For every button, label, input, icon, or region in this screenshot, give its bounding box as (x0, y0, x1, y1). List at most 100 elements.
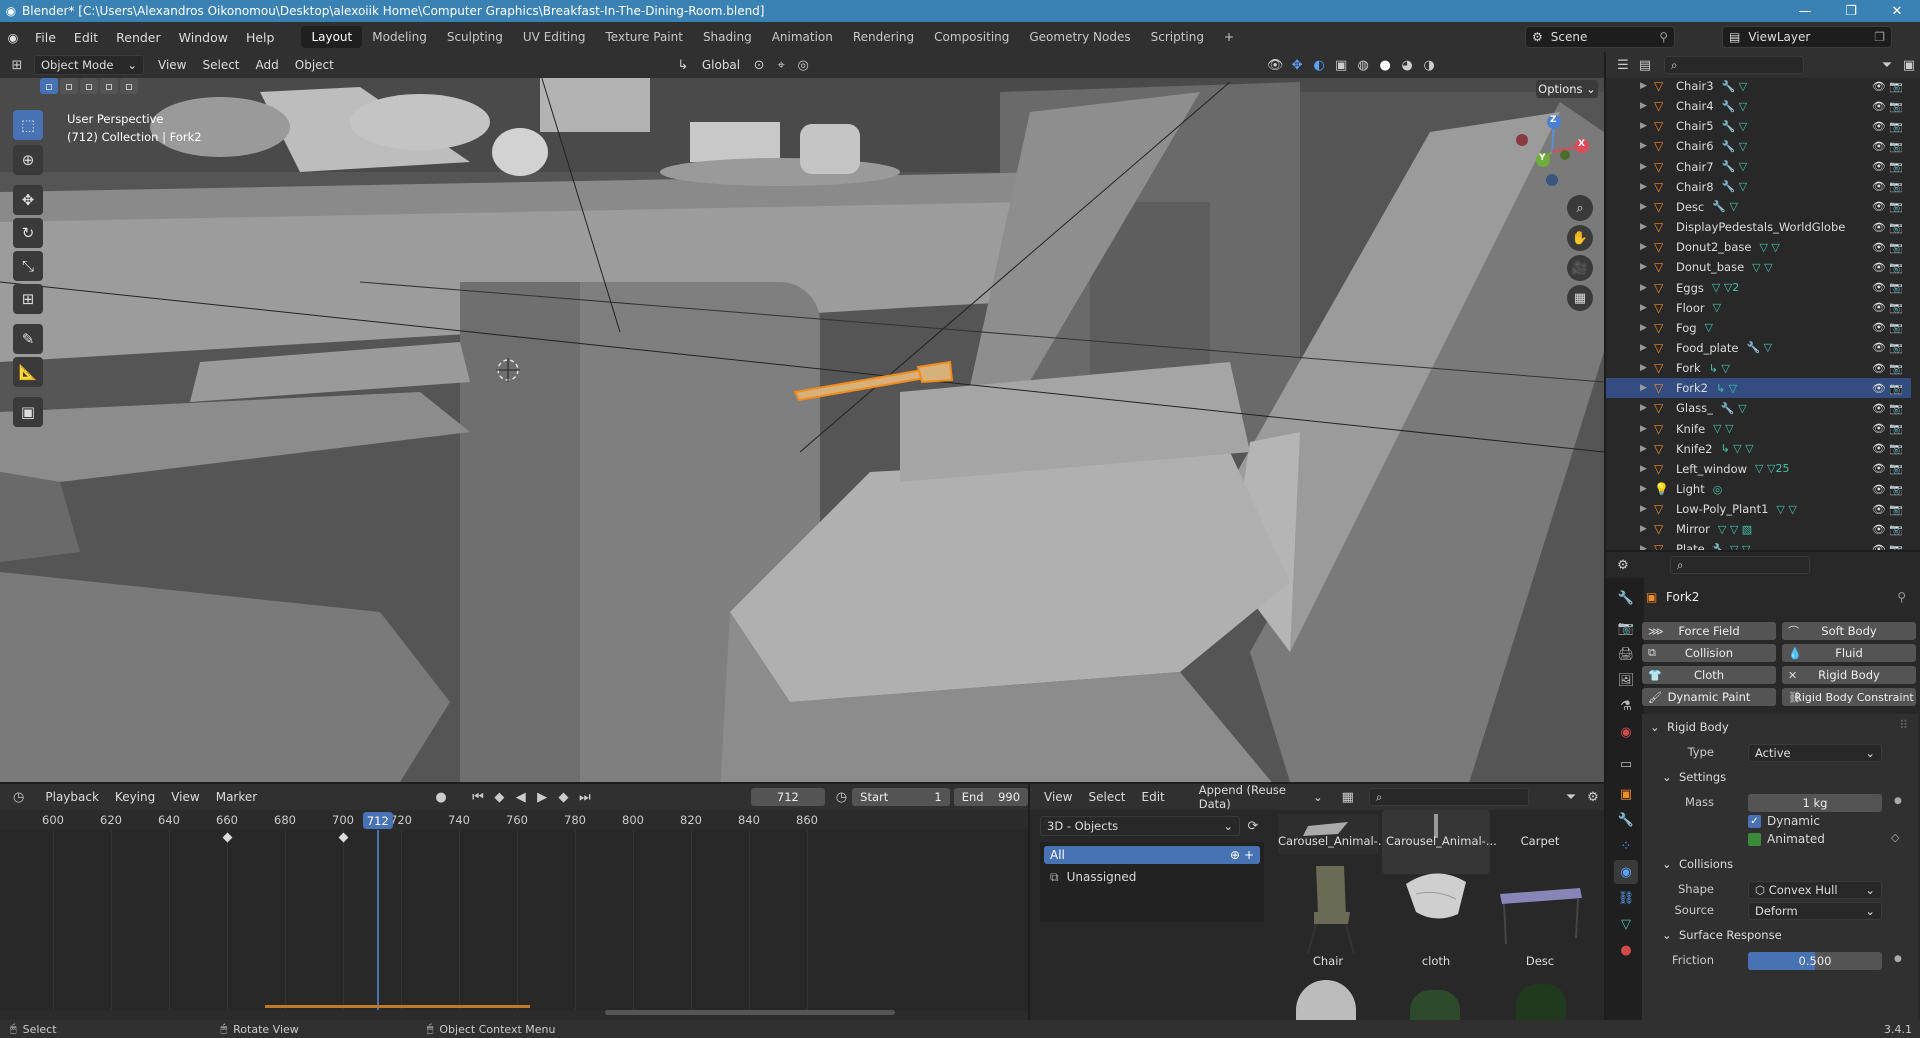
render-camera-icon[interactable]: 📷 (1889, 221, 1903, 234)
outliner-row[interactable]: ▶ ▽ Mirror ▽ ▽ ▧ 👁 📷 (1606, 519, 1911, 539)
collision-button[interactable]: ⧉ Collision (1642, 644, 1776, 662)
menu-render[interactable]: Render (107, 30, 170, 45)
asset-settings-gear-icon[interactable]: ⚙ (1582, 786, 1604, 808)
constraints-tab-icon[interactable]: ⛓ (1614, 886, 1638, 910)
asset-thumb-plant[interactable] (1516, 984, 1566, 1020)
render-camera-icon[interactable]: 📷 (1889, 483, 1903, 496)
annotate-tool-icon[interactable]: ✎ (13, 324, 43, 354)
select-new-icon[interactable]: ▫ (40, 78, 58, 94)
start-frame-field[interactable]: Start 1 (852, 788, 950, 806)
rendered-shading-icon[interactable]: ◑ (1418, 54, 1440, 76)
scale-tool-icon[interactable]: ⤡ (13, 251, 43, 281)
expand-arrow-icon[interactable]: ▶ (1640, 363, 1654, 373)
outliner-row[interactable]: ▶ ▽ Low-Poly_Plant1 ▽ ▽ 👁 📷 (1606, 499, 1911, 519)
visibility-eye-icon[interactable]: 👁 📷 (1872, 221, 1903, 234)
render-camera-icon[interactable]: 📷 (1889, 382, 1903, 395)
render-camera-icon[interactable]: 📷 (1889, 281, 1903, 294)
expand-arrow-icon[interactable]: ▶ (1640, 424, 1654, 434)
outliner-row[interactable]: ▶ ▽ Eggs ▽ ▽2 👁 📷 (1606, 278, 1911, 298)
workspace-tab-texture-paint[interactable]: Texture Paint (596, 26, 693, 48)
render-camera-icon[interactable]: 📷 (1889, 321, 1903, 334)
viewport-menu-object[interactable]: Object (287, 58, 342, 72)
outliner-row[interactable]: ▶ ▽ Chair4 🔧 ▽ 👁 📷 (1606, 96, 1911, 116)
outliner-row[interactable]: ▶ ▽ Chair3 🔧 ▽ 👁 📷 (1606, 76, 1911, 96)
outliner-row[interactable]: ▶ ▽ Plate 🔧 ▽ ▽ 👁 📷 (1606, 539, 1911, 550)
workspace-tab-layout[interactable]: Layout (301, 26, 363, 48)
viewport-menu-select[interactable]: Select (194, 58, 247, 72)
minimize-button[interactable]: — (1782, 4, 1828, 19)
render-camera-icon[interactable]: 📷 (1889, 442, 1903, 455)
visibility-eye-icon[interactable]: 👁 📷 (1872, 180, 1903, 193)
menu-help[interactable]: Help (237, 30, 284, 45)
outliner-row[interactable]: ▶ ▽ Chair6 🔧 ▽ 👁 📷 (1606, 136, 1911, 156)
workspace-tab-scripting[interactable]: Scripting (1141, 26, 1214, 48)
play-reverse-icon[interactable]: ◀ (510, 786, 531, 808)
outliner-search-input[interactable]: ⌕ (1664, 56, 1804, 74)
asset-thumb-desc[interactable] (1490, 854, 1590, 954)
visibility-eye-icon[interactable]: 👁 📷 (1872, 442, 1903, 455)
display-mode-icon[interactable]: ▤ (1634, 54, 1656, 76)
timeline-menu-view[interactable]: View (163, 790, 207, 804)
asset-search-input[interactable]: ⌕ (1368, 788, 1529, 806)
particles-tab-icon[interactable]: ⁘ (1614, 834, 1638, 858)
select-extend-icon[interactable]: ▫ (60, 78, 78, 94)
outliner-row[interactable]: ▶ ▽ Chair8 🔧 ▽ 👁 📷 (1606, 177, 1911, 197)
horizontal-scrollbar[interactable] (605, 1010, 895, 1015)
type-dropdown[interactable]: Active ⌄ (1748, 744, 1882, 762)
outliner-row[interactable]: ▶ ▽ Fog ▽ 👁 📷 (1606, 318, 1911, 338)
proportional-edit-icon[interactable]: ◎ (792, 54, 814, 76)
expand-arrow-icon[interactable]: ▶ (1640, 202, 1654, 212)
keyframe-diamond[interactable] (222, 832, 233, 843)
force-field-button[interactable]: ⋙ Force Field (1642, 622, 1776, 640)
maximize-button[interactable]: ❐ (1828, 4, 1874, 19)
expand-arrow-icon[interactable]: ▶ (1640, 444, 1654, 454)
expand-arrow-icon[interactable]: ▶ (1640, 162, 1654, 172)
world-tab-icon[interactable]: ◉ (1614, 720, 1638, 744)
render-camera-icon[interactable]: 📷 (1889, 261, 1903, 274)
cloth-button[interactable]: 👕 Cloth (1642, 666, 1776, 684)
pan-hand-icon[interactable]: ✋ (1567, 225, 1593, 251)
render-camera-icon[interactable]: 📷 (1889, 160, 1903, 173)
timeline-ruler[interactable]: 600 620 640 660 680 700 720 740 760 780 800 820 840 8… (0, 810, 1028, 830)
output-tab-icon[interactable]: 🖨 (1614, 642, 1638, 666)
outliner-row[interactable]: ▶ 💡 Light ◎ 👁 📷 (1606, 479, 1911, 499)
asset-thumb-cloth[interactable] (1386, 854, 1486, 954)
expand-arrow-icon[interactable]: ▶ (1640, 182, 1654, 192)
fluid-button[interactable]: 💧 Fluid (1782, 644, 1916, 662)
render-camera-icon[interactable]: 📷 (1889, 523, 1903, 536)
visibility-eye-icon[interactable]: 👁 📷 (1872, 241, 1903, 254)
expand-arrow-icon[interactable]: ▶ (1640, 544, 1654, 550)
end-frame-field[interactable]: End 990 (953, 788, 1028, 806)
outliner-row[interactable]: ▶ ▽ Fork2 ↳ ▽ 👁 📷 (1606, 378, 1911, 399)
timeline-track[interactable] (0, 830, 1028, 1010)
render-camera-icon[interactable]: 📷 (1889, 402, 1903, 415)
render-camera-icon[interactable]: 📷 (1889, 362, 1903, 375)
visibility-eye-icon[interactable]: 👁 📷 (1872, 503, 1903, 516)
expand-arrow-icon[interactable]: ▶ (1640, 101, 1654, 111)
jump-start-icon[interactable]: ⏮ (467, 786, 488, 808)
expand-arrow-icon[interactable]: ▶ (1640, 403, 1654, 413)
move-tool-icon[interactable]: ✥ (13, 185, 43, 215)
jump-end-icon[interactable]: ⏭ (574, 786, 595, 808)
asset-thumb-sphere[interactable] (1296, 980, 1356, 1020)
outliner-row[interactable]: ▶ ▽ Food_plate 🔧 ▽ 👁 📷 (1606, 338, 1911, 358)
mode-dropdown[interactable]: Object Mode ⌄ (34, 55, 144, 75)
menu-window[interactable]: Window (170, 30, 237, 45)
timeline-menu-keying[interactable]: Keying (107, 790, 163, 804)
render-camera-icon[interactable]: 📷 (1889, 462, 1903, 475)
visibility-eye-icon[interactable]: 👁 📷 (1872, 382, 1903, 395)
asset-thumb-plant[interactable] (1410, 990, 1460, 1020)
workspace-tab-rendering[interactable]: Rendering (843, 26, 924, 48)
visibility-eye-icon[interactable]: 👁 📷 (1872, 462, 1903, 475)
dynamic-paint-button[interactable]: 🖌 Dynamic Paint (1642, 688, 1776, 706)
visibility-eye-icon[interactable]: 👁 📷 (1872, 543, 1903, 550)
play-icon[interactable]: ▶ (531, 786, 552, 808)
render-camera-icon[interactable]: 📷 (1889, 422, 1903, 435)
editor-type-icon[interactable]: ⊞ (6, 54, 28, 76)
timeline-menu-marker[interactable]: Marker (208, 790, 265, 804)
new-collection-icon[interactable]: ▣ (1898, 54, 1920, 76)
data-tab-icon[interactable]: ▽ (1614, 912, 1638, 936)
visibility-eye-icon[interactable]: 👁 📷 (1872, 281, 1903, 294)
select-intersect-icon[interactable]: ▫ (120, 78, 138, 94)
visibility-eye-icon[interactable]: 👁 📷 (1872, 100, 1903, 113)
